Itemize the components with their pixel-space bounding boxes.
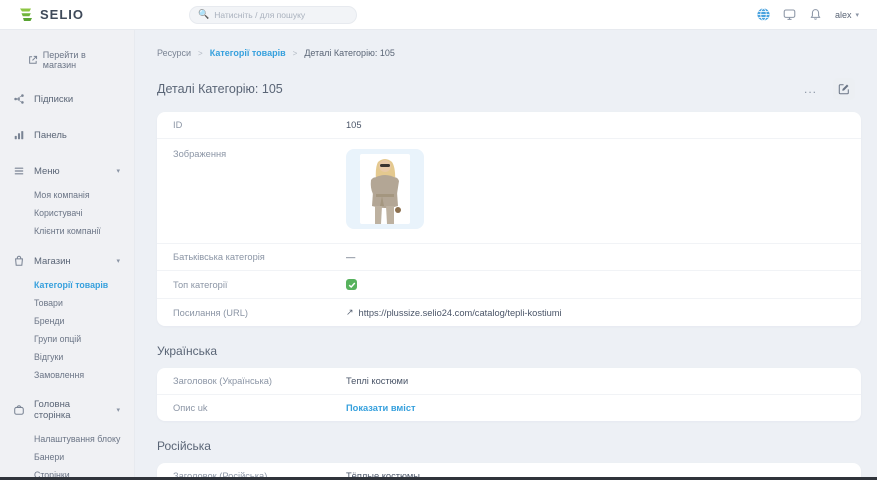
chevron-down-icon: ▾ [116, 406, 120, 414]
page-header: Деталі Категорію: 105 ... [157, 78, 861, 100]
field-label: ID [173, 120, 346, 130]
bar-chart-icon [13, 129, 25, 141]
detail-row-description-uk: Опис uk Показати вміст [157, 395, 861, 421]
detail-row-parent-category: Батьківська категорія — [157, 244, 861, 271]
sidebar-item-menu[interactable]: Меню ▾ [0, 156, 134, 186]
sidebar-subitem-orders[interactable]: Замовлення [0, 366, 134, 384]
user-name: alex [835, 10, 852, 20]
external-link-icon [28, 55, 38, 65]
display-icon[interactable] [783, 8, 796, 21]
section-title-russian: Російська [157, 439, 861, 453]
topbar: SELIO 🔍 alex ▾ [0, 0, 877, 30]
breadcrumb-resources[interactable]: Ресурси [157, 48, 191, 58]
sidebar-item-subscriptions[interactable]: Підписки [0, 84, 134, 114]
field-label: Батьківська категорія [173, 252, 346, 262]
topbar-actions: alex ▾ [757, 8, 859, 21]
field-value: 105 [346, 120, 845, 130]
selio-logo[interactable]: SELIO [18, 7, 84, 23]
homepage-icon [13, 404, 25, 416]
show-content-link[interactable]: Показати вміст [346, 403, 845, 413]
category-details-card: ID 105 Зображення [157, 112, 861, 326]
sidebar-subitem-my-company[interactable]: Моя компанія [0, 186, 134, 204]
checkmark-icon [348, 281, 356, 289]
edit-button[interactable] [833, 78, 855, 100]
sidebar-item-label: Магазин [34, 256, 71, 267]
sidebar: Перейти в магазин Підписки Панель [0, 30, 135, 477]
bell-icon[interactable] [809, 8, 822, 21]
chevron-down-icon: ▾ [116, 257, 120, 265]
chevron-down-icon: ▾ [116, 167, 120, 175]
field-label: Посилання (URL) [173, 308, 346, 318]
breadcrumb-separator: > [198, 49, 203, 58]
breadcrumb-product-categories[interactable]: Категорії товарів [210, 48, 286, 58]
sidebar-goto-store[interactable]: Перейти в магазин [0, 48, 134, 84]
field-label: Зображення [173, 149, 346, 159]
edit-pencil-icon [838, 83, 850, 95]
sidebar-item-label: Панель [34, 130, 67, 141]
sidebar-item-homepage[interactable]: Головна сторінка ▾ [0, 390, 134, 430]
breadcrumb: Ресурси > Категорії товарів > Деталі Кат… [157, 48, 861, 58]
detail-row-url: Посилання (URL) ↗ https://plussize.selio… [157, 299, 861, 326]
more-actions-button[interactable]: ... [804, 84, 817, 94]
sidebar-subitem-block-settings[interactable]: Налаштування блоку [0, 430, 134, 448]
menu-list-icon [13, 165, 25, 177]
sidebar-subitem-users[interactable]: Користувачі [0, 204, 134, 222]
logo-text: SELIO [40, 7, 84, 22]
selio-logo-icon [18, 7, 34, 23]
shopping-bag-icon [13, 255, 25, 267]
field-label: Опис uk [173, 403, 346, 413]
field-value: — [346, 252, 845, 262]
russian-section-card: Заголовок (Російська) Тёплые костюмы Опи… [157, 463, 861, 477]
detail-row-title-ru: Заголовок (Російська) Тёплые костюмы [157, 463, 861, 477]
field-value: Теплі костюми [346, 376, 845, 386]
breadcrumb-current: Деталі Категорію: 105 [304, 48, 395, 58]
top-category-checkbox-checked[interactable] [346, 279, 357, 290]
detail-row-top-category: Топ категорії [157, 271, 861, 299]
external-arrow-icon: ↗ [346, 307, 354, 318]
user-menu[interactable]: alex ▾ [835, 10, 859, 20]
sidebar-subitem-products[interactable]: Товари [0, 294, 134, 312]
category-image-thumbnail[interactable] [346, 149, 424, 229]
sidebar-subitem-company-clients[interactable]: Клієнти компанії [0, 222, 134, 240]
sidebar-subitem-pages[interactable]: Сторінки [0, 466, 134, 477]
search-icon: 🔍 [198, 10, 209, 19]
search-input[interactable] [214, 10, 348, 20]
detail-row-title-uk: Заголовок (Українська) Теплі костюми [157, 368, 861, 395]
sidebar-item-panel[interactable]: Панель [0, 120, 134, 150]
sidebar-subitem-reviews[interactable]: Відгуки [0, 348, 134, 366]
main-content: Ресурси > Категорії товарів > Деталі Кат… [135, 30, 877, 477]
chevron-down-icon: ▾ [855, 11, 859, 19]
sidebar-subitem-brands[interactable]: Бренди [0, 312, 134, 330]
field-label: Топ категорії [173, 280, 346, 290]
sidebar-item-label: Меню [34, 166, 60, 177]
sidebar-subitem-product-categories[interactable]: Категорії товарів [0, 276, 134, 294]
page-actions: ... [804, 78, 861, 100]
sidebar-item-label: Підписки [34, 94, 73, 105]
field-label: Заголовок (Українська) [173, 376, 346, 386]
detail-row-id: ID 105 [157, 112, 861, 139]
category-url-link[interactable]: https://plussize.selio24.com/catalog/tep… [359, 308, 562, 318]
sidebar-subitem-option-groups[interactable]: Групи опцій [0, 330, 134, 348]
sidebar-goto-store-label: Перейти в магазин [43, 50, 120, 70]
global-search[interactable]: 🔍 [189, 6, 357, 24]
sidebar-item-label: Головна сторінка [34, 399, 107, 421]
detail-row-image: Зображення [157, 139, 861, 244]
subscriptions-icon [13, 93, 25, 105]
sidebar-item-shop[interactable]: Магазин ▾ [0, 246, 134, 276]
ukrainian-section-card: Заголовок (Українська) Теплі костюми Опи… [157, 368, 861, 421]
page-title: Деталі Категорію: 105 [157, 82, 283, 96]
section-title-ukrainian: Українська [157, 344, 861, 358]
language-globe-icon[interactable] [757, 8, 770, 21]
sidebar-subitem-banners[interactable]: Банери [0, 448, 134, 466]
breadcrumb-separator: > [293, 49, 298, 58]
category-photo [360, 154, 410, 224]
